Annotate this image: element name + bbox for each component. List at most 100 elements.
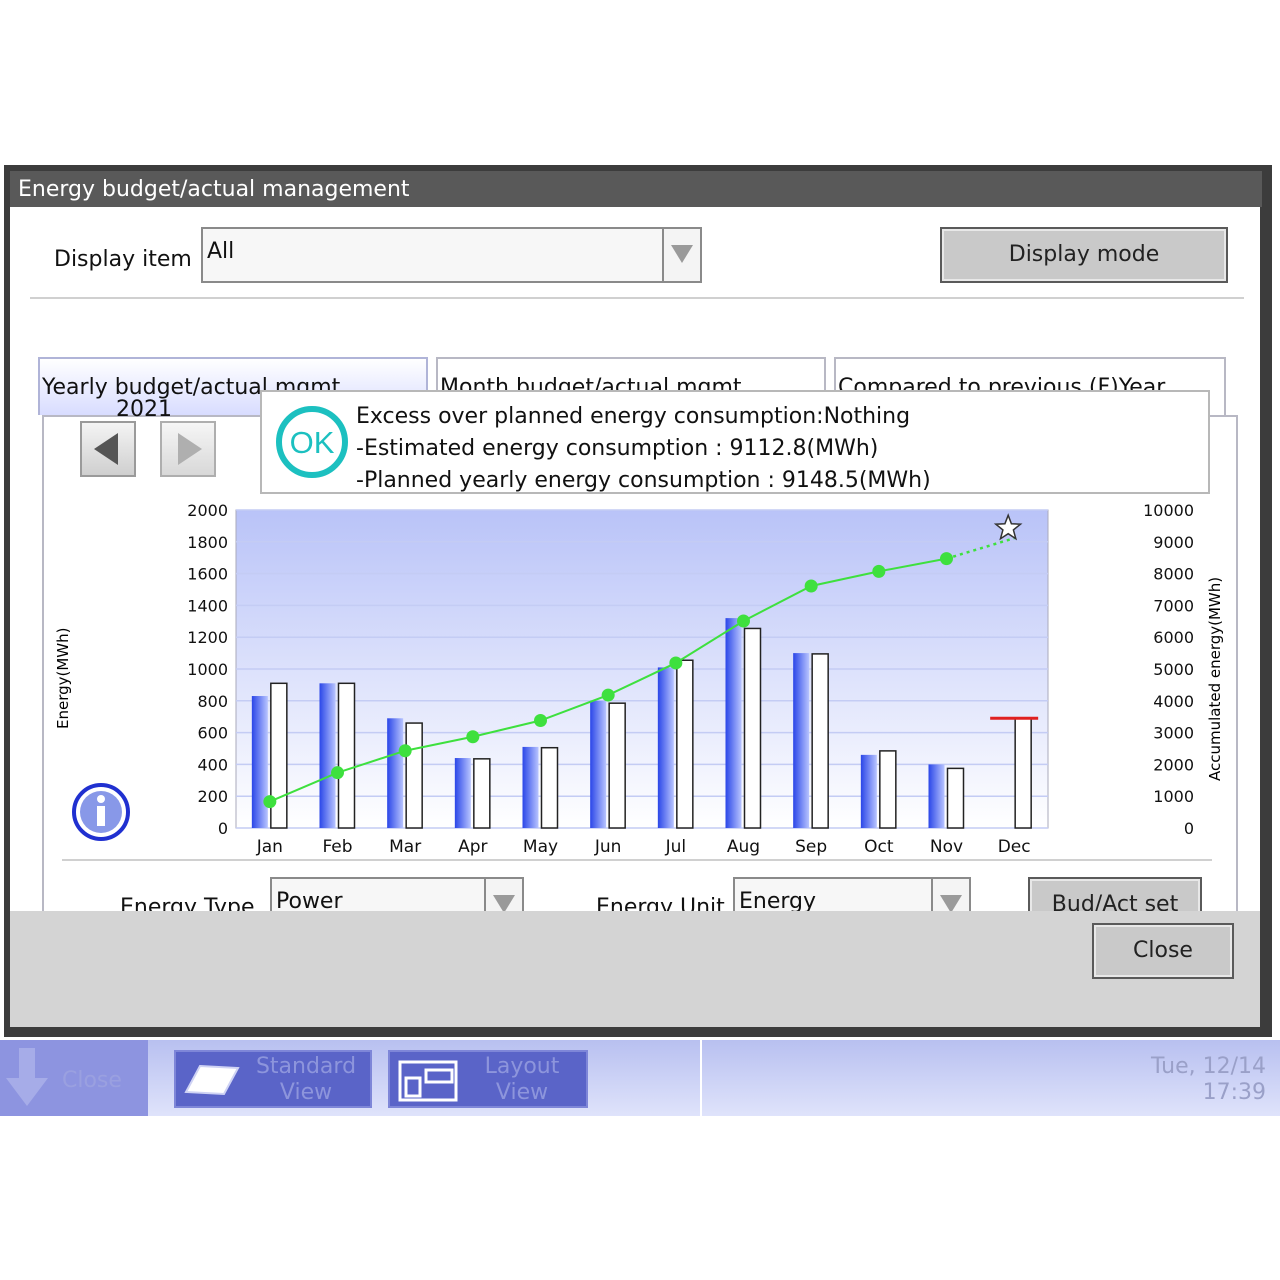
y-tick-label: 0 xyxy=(218,819,228,838)
y2-tick-label: 0 xyxy=(1184,819,1194,838)
accumulated-point xyxy=(872,564,886,578)
layout-view-line1: Layout xyxy=(484,1054,560,1079)
close-button[interactable]: Close xyxy=(1092,923,1234,979)
y2-tick-label: 3000 xyxy=(1153,724,1194,743)
y2-tick-label: 1000 xyxy=(1153,787,1194,806)
status-line-2: -Estimated energy consumption : 9112.8(M… xyxy=(356,436,879,461)
x-tick-label: Apr xyxy=(458,837,487,857)
prev-year-button[interactable] xyxy=(80,421,136,477)
x-tick-label: Aug xyxy=(727,837,760,857)
bar-series-2 xyxy=(879,750,897,829)
bar-series-1 xyxy=(860,754,877,828)
display-mode-button[interactable]: Display mode xyxy=(940,227,1228,283)
x-tick-label: Sep xyxy=(795,837,827,857)
bar-series-1 xyxy=(657,667,674,828)
accumulated-point xyxy=(398,744,412,758)
layout-view-line2: View xyxy=(495,1080,549,1105)
layout-view-icon xyxy=(398,1060,458,1102)
accumulated-point xyxy=(263,795,277,809)
bar-series-1 xyxy=(251,696,268,828)
bar-series-2 xyxy=(337,682,356,829)
accumulated-point xyxy=(601,688,615,702)
x-tick-label: Mar xyxy=(389,837,421,857)
y2-tick-label: 5000 xyxy=(1153,660,1194,679)
accumulated-point xyxy=(940,552,953,566)
bar-series-2 xyxy=(811,653,829,829)
taskbar-close-label: Close xyxy=(62,1068,122,1093)
bar-series-2 xyxy=(405,722,423,829)
taskbar: Close Standard View Layout View Tue, 12/… xyxy=(0,1040,1280,1116)
bar-series-1 xyxy=(793,653,810,828)
taskbar-clock: Tue, 12/14 17:39 xyxy=(1151,1054,1266,1106)
y-tick-label: 400 xyxy=(197,755,228,774)
main-window: Energy budget/actual management Display … xyxy=(4,165,1272,1037)
footer-bar: Close xyxy=(10,911,1260,1027)
bar-series-1 xyxy=(522,746,539,828)
y-axis-label: Energy(MWh) xyxy=(54,628,72,730)
x-tick-label: Jun xyxy=(594,837,622,857)
display-item-label: Display item xyxy=(54,247,192,272)
y-tick-label: 1400 xyxy=(187,596,228,615)
y-tick-label: 600 xyxy=(197,724,228,743)
y2-tick-label: 9000 xyxy=(1153,533,1194,552)
y-tick-label: 1600 xyxy=(187,565,228,584)
y-tick-label: 1000 xyxy=(187,660,228,679)
y2-tick-label: 8000 xyxy=(1153,565,1194,584)
y-tick-label: 1800 xyxy=(187,533,228,552)
bar-series-1 xyxy=(454,758,471,828)
accumulated-point xyxy=(737,614,750,628)
bar-series-1 xyxy=(928,764,945,828)
accumulated-point xyxy=(466,730,480,744)
taskbar-date: Tue, 12/14 xyxy=(1151,1054,1266,1079)
x-tick-label: Feb xyxy=(322,837,352,857)
display-item-value: All xyxy=(207,239,235,264)
divider xyxy=(30,297,1244,299)
y-tick-label: 800 xyxy=(197,692,228,711)
accumulated-point xyxy=(331,766,344,780)
y-tick-label: 1200 xyxy=(187,628,228,647)
content-area: Display item All Display mode Yearly bud… xyxy=(10,207,1260,983)
chevron-down-icon[interactable] xyxy=(662,229,700,281)
arrow-left-icon xyxy=(94,433,118,465)
bar-series-2 xyxy=(1014,717,1032,829)
accumulated-point xyxy=(669,656,683,670)
y2-tick-label: 6000 xyxy=(1153,628,1194,647)
y2-tick-label: 10000 xyxy=(1143,501,1194,520)
standard-view-icon xyxy=(184,1064,240,1096)
y-tick-label: 200 xyxy=(197,787,228,806)
bar-series-1 xyxy=(590,700,607,828)
bar-series-2 xyxy=(743,627,762,829)
taskbar-close-button[interactable]: Close xyxy=(0,1040,148,1116)
layout-view-button[interactable]: Layout View xyxy=(388,1050,588,1108)
divider-lower xyxy=(62,859,1212,861)
info-icon[interactable] xyxy=(70,781,132,843)
year-label: 2021 xyxy=(116,397,172,422)
y2-tick-label: 2000 xyxy=(1153,755,1194,774)
x-tick-label: Jul xyxy=(665,837,687,857)
bar-series-2 xyxy=(540,746,559,829)
energy-chart: 0 200 400 600 800 1000 1200 1400 1600 1800 2000 0 1… xyxy=(54,501,1224,857)
standard-view-line1: Standard xyxy=(255,1054,357,1079)
bar-series-2 xyxy=(946,767,965,829)
accumulated-point xyxy=(534,714,547,728)
y2-tick-label: 4000 xyxy=(1153,692,1194,711)
status-line-3: -Planned yearly energy consumption : 914… xyxy=(356,468,931,493)
standard-view-button[interactable]: Standard View xyxy=(174,1050,372,1108)
next-year-button[interactable] xyxy=(160,421,216,477)
accumulated-point xyxy=(804,579,818,593)
taskbar-time: 17:39 xyxy=(1202,1080,1266,1105)
x-tick-label: Dec xyxy=(998,837,1031,857)
y-tick-label: 2000 xyxy=(187,501,228,520)
standard-view-line2: View xyxy=(279,1080,333,1105)
y2-axis-label: Accumulated energy(MWh) xyxy=(1206,577,1224,781)
arrow-right-icon xyxy=(178,433,202,465)
title-bar: Energy budget/actual management xyxy=(10,171,1262,207)
status-line-1: Excess over planned energy consumption:N… xyxy=(356,404,911,429)
ok-badge-text: OK xyxy=(290,425,335,460)
status-box: OK Excess over planned energy consumptio… xyxy=(260,390,1210,494)
bar-series-1 xyxy=(319,683,336,828)
bar-series-2 xyxy=(676,659,694,829)
window-title: Energy budget/actual management xyxy=(18,177,410,202)
display-item-select[interactable]: All xyxy=(201,227,702,283)
y2-tick-label: 7000 xyxy=(1153,596,1194,615)
